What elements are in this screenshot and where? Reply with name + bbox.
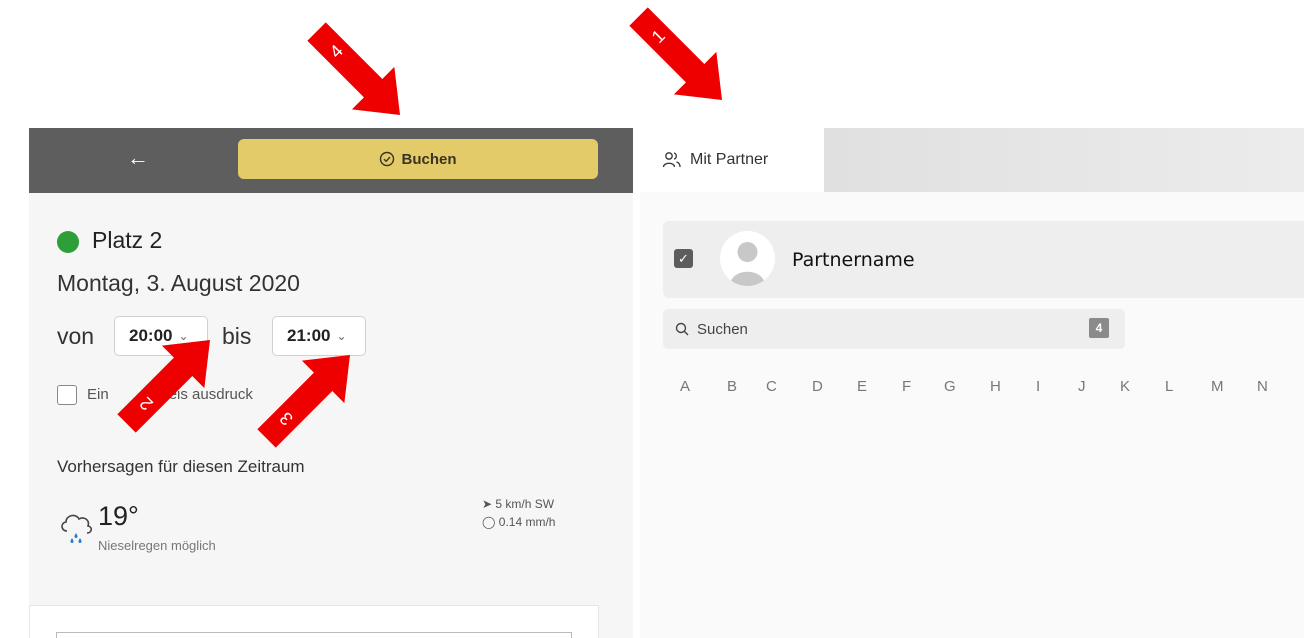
checkmark-icon: ✓ (678, 250, 689, 266)
navigation-arrow-icon: ➤ (482, 497, 493, 511)
annotation-arrow-1: 1 (629, 7, 722, 100)
alphabet-letter-f[interactable]: F (902, 378, 911, 395)
court-status-indicator (57, 231, 79, 253)
precipitation-value: 0.14 mm/h (498, 515, 556, 529)
alphabet-letter-h[interactable]: H (990, 378, 1001, 395)
users-icon (662, 152, 681, 168)
rain-cloud-icon (61, 514, 93, 543)
alphabet-letter-a[interactable]: A (680, 378, 690, 395)
tab-bar-empty (824, 128, 1304, 192)
alphabet-letter-e[interactable]: E (857, 378, 867, 395)
end-time-select[interactable]: 21:00 ⌄ (272, 316, 366, 356)
start-time-select[interactable]: 20:00 ⌄ (114, 316, 208, 356)
result-count-badge: 4 (1089, 318, 1109, 338)
check-circle-icon (380, 151, 395, 167)
alphabet-letter-d[interactable]: D (812, 378, 823, 395)
court-name: Platz 2 (92, 227, 163, 253)
tab-mit-partner[interactable]: Mit Partner (640, 128, 824, 192)
details-card-inner (56, 632, 572, 638)
book-button[interactable]: Buchen (238, 139, 598, 179)
annotation-arrow-4: 4 (307, 22, 400, 115)
alphabet-letter-j[interactable]: J (1078, 378, 1086, 395)
forecast-title: Vorhersagen für diesen Zeitraum (57, 457, 305, 476)
print-receipt-checkbox[interactable] (57, 385, 77, 405)
alphabet-letter-b[interactable]: B (727, 378, 737, 395)
arrow-left-icon: ← (127, 145, 149, 170)
precipitation-info: ◯ 0.14 mm/h (482, 515, 555, 529)
search-input[interactable]: Suchen (663, 309, 1125, 349)
booking-panel (29, 128, 633, 638)
start-time-value: 20:00 (129, 326, 173, 345)
alphabet-letter-m[interactable]: M (1211, 378, 1224, 395)
end-time-value: 21:00 (287, 326, 331, 345)
back-button[interactable]: ← (118, 140, 158, 176)
partner-checkbox[interactable]: ✓ (674, 249, 693, 268)
alphabet-letter-l[interactable]: L (1165, 378, 1173, 395)
alphabet-letter-n[interactable]: N (1257, 378, 1268, 395)
search-placeholder: Suchen (697, 320, 748, 338)
weather-description: Nieselregen möglich (98, 538, 216, 553)
alphabet-letter-i[interactable]: I (1036, 378, 1040, 395)
search-icon (675, 322, 689, 336)
tab-mit-partner-label: Mit Partner (690, 151, 769, 168)
annotation-number: 4 (326, 41, 347, 62)
annotation-number: 1 (648, 26, 669, 47)
from-label: von (57, 323, 95, 349)
temperature: 19° (98, 501, 139, 531)
print-receipt-label: Ein chweis ausdruck (87, 386, 253, 403)
user-silhouette-icon (730, 242, 765, 286)
alphabet-letter-c[interactable]: C (766, 378, 777, 395)
to-label: bis (222, 323, 252, 349)
partner-name: Partnername (792, 249, 915, 271)
booking-date: Montag, 3. August 2020 (57, 270, 300, 296)
avatar (720, 231, 775, 286)
wind-value: 5 km/h SW (495, 497, 555, 511)
alphabet-letter-g[interactable]: G (944, 378, 956, 395)
alphabet-letter-k[interactable]: K (1120, 378, 1130, 395)
book-button-label: Buchen (401, 150, 457, 168)
droplet-icon: ◯ (482, 515, 496, 529)
chevron-down-icon: ⌄ (336, 329, 347, 343)
chevron-down-icon: ⌄ (178, 329, 189, 343)
wind-info: ➤ 5 km/h SW (482, 497, 554, 511)
